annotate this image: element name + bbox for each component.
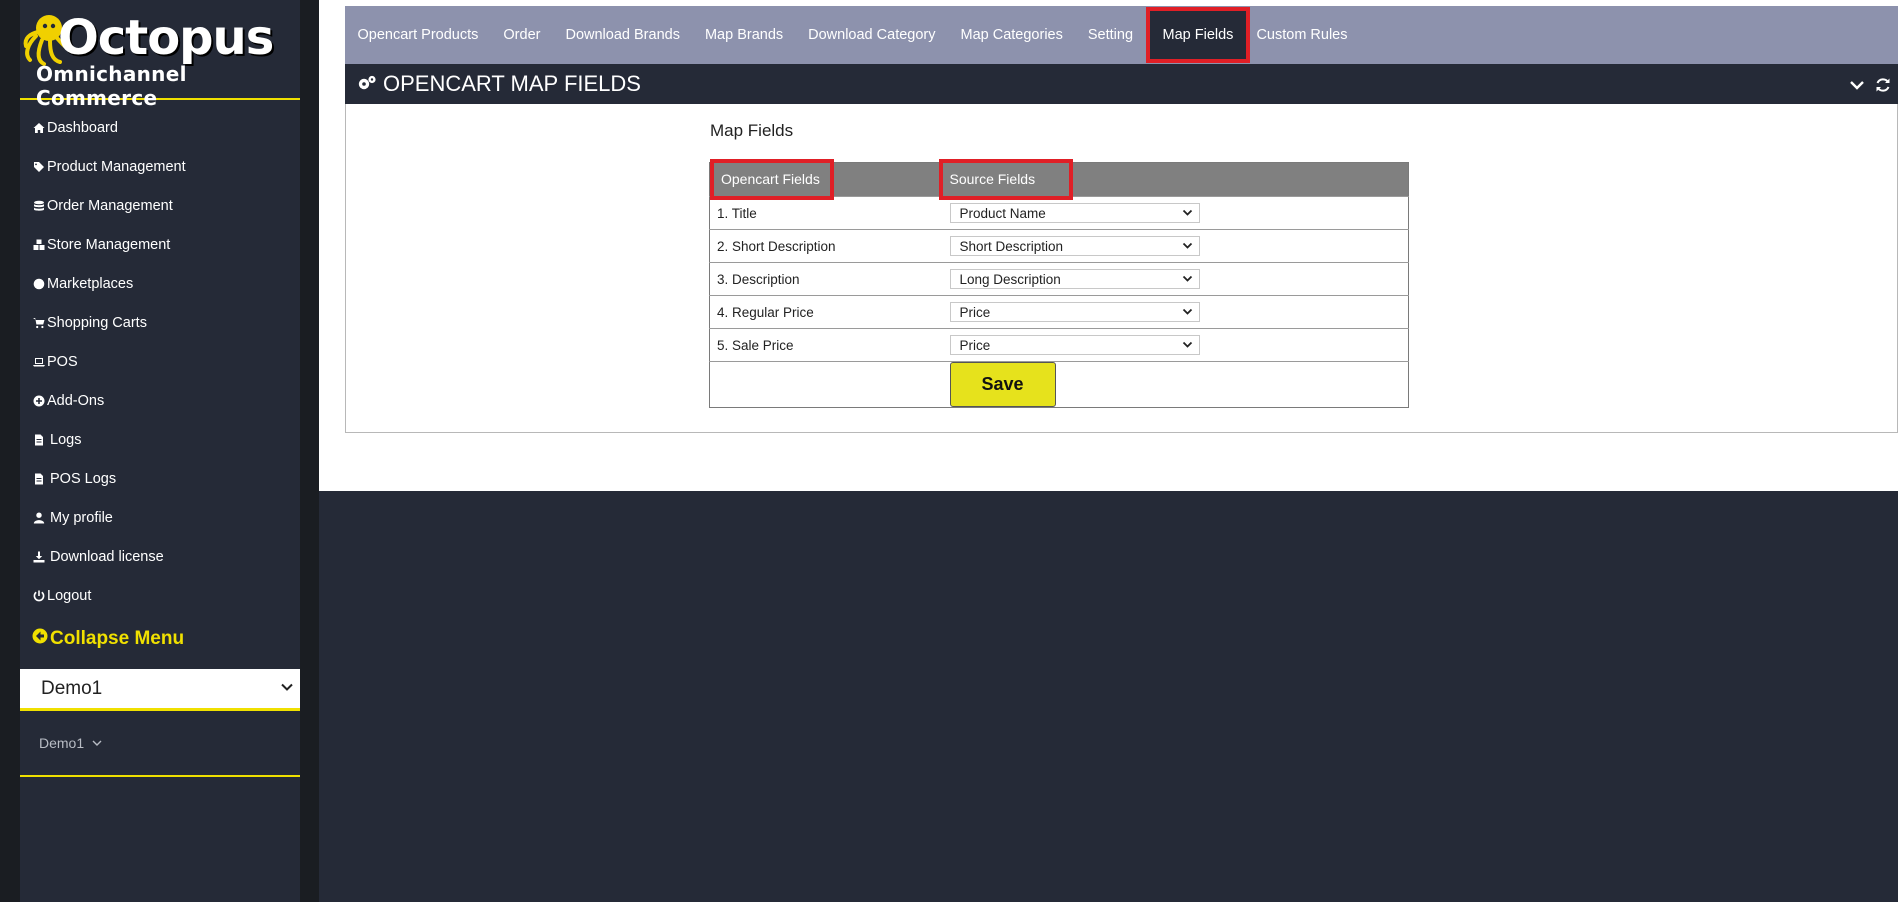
sidebar-item-product-management[interactable]: Product Management	[20, 147, 300, 186]
arrow-circle-left-icon	[32, 628, 50, 650]
store-select-value: Demo1	[41, 677, 103, 699]
tab-custom-rules[interactable]: Custom Rules	[1250, 6, 1360, 64]
tab-bar: Opencart Products Order Download Brands …	[345, 6, 1898, 64]
collapse-panel-icon[interactable]	[1848, 74, 1866, 100]
collapse-menu-button[interactable]: Collapse Menu	[20, 617, 300, 661]
panel-title: OPENCART MAP FIELDS	[383, 71, 641, 96]
sidebar-item-marketplaces[interactable]: Marketplaces	[20, 264, 300, 303]
logo-title: Octopus	[58, 10, 274, 66]
logo: Octopus Omnichannel Commerce	[20, 0, 300, 110]
sidebar-item-pos-logs[interactable]: POS Logs	[20, 459, 300, 498]
table-row: 1. Title Product Name	[709, 196, 1409, 230]
store-select[interactable]: Demo1	[20, 669, 300, 711]
file-icon	[32, 472, 46, 486]
sidebar-item-label: Logs	[50, 431, 82, 448]
tab-order[interactable]: Order	[491, 6, 553, 64]
sidebar-item-label: My profile	[50, 509, 113, 526]
database-icon	[32, 199, 46, 213]
file-icon	[32, 433, 46, 447]
cart-icon	[32, 316, 46, 330]
tab-map-fields[interactable]: Map Fields	[1145, 7, 1251, 63]
sidebar-item-order-management[interactable]: Order Management	[20, 186, 300, 225]
home-icon	[32, 121, 46, 135]
sidebar-item-dashboard[interactable]: Dashboard	[20, 108, 300, 147]
logo-subtitle: Omnichannel Commerce	[36, 62, 187, 110]
panel-header: OPENCART MAP FIELDS	[345, 64, 1898, 104]
map-fields-table: Opencart Fields Source Fields 1. Title P…	[709, 159, 1409, 408]
table-row: 3. Description Long Description	[709, 262, 1409, 296]
sidebar-item-label: Marketplaces	[47, 275, 134, 292]
chevron-down-icon	[84, 735, 102, 751]
sidebar-item-logout[interactable]: Logout	[20, 576, 300, 615]
source-field-select[interactable]: Price	[949, 302, 1200, 322]
sidebar-item-pos[interactable]: POS	[20, 342, 300, 381]
column-header-source: Source Fields	[938, 159, 1409, 200]
sidebar-nav: Dashboard Product Management Order Manag…	[20, 108, 300, 615]
cubes-icon	[32, 238, 46, 252]
section-title: Map Fields	[710, 121, 794, 140]
sidebar-item-label: Download license	[50, 548, 164, 565]
tab-opencart-products[interactable]: Opencart Products	[345, 6, 491, 64]
tab-download-category[interactable]: Download Category	[796, 6, 948, 64]
field-label: 3. Description	[709, 262, 950, 296]
chevron-down-icon	[1182, 206, 1193, 221]
sidebar-item-label: Dashboard	[47, 119, 118, 136]
sidebar-item-label: Product Management	[47, 158, 186, 175]
sidebar-item-store-management[interactable]: Store Management	[20, 225, 300, 264]
sidebar-item-my-profile[interactable]: My profile	[20, 498, 300, 537]
table-row: 5. Sale Price Price	[709, 328, 1409, 362]
table-row: 2. Short Description Short Description	[709, 229, 1409, 263]
chevron-down-icon	[1182, 338, 1193, 353]
save-row: Save	[709, 361, 1409, 408]
table-row: 4. Regular Price Price	[709, 295, 1409, 329]
sidebar-item-label: Store Management	[47, 236, 171, 253]
tag-icon	[32, 160, 46, 174]
chevron-down-icon	[1182, 305, 1193, 320]
sidebar-item-label: POS	[47, 353, 78, 370]
field-label: 1. Title	[709, 196, 950, 230]
sidebar-item-add-ons[interactable]: Add-Ons	[20, 381, 300, 420]
table-header-row: Opencart Fields Source Fields	[709, 159, 1409, 200]
tab-map-categories[interactable]: Map Categories	[948, 6, 1075, 64]
panel-tools	[1848, 74, 1892, 100]
store-toggle-label: Demo1	[39, 735, 85, 751]
sidebar-item-label: Order Management	[47, 197, 173, 214]
tab-download-brands[interactable]: Download Brands	[553, 6, 692, 64]
field-label: 5. Sale Price	[709, 328, 950, 362]
chevron-down-icon	[280, 678, 294, 700]
sidebar-item-download-license[interactable]: Download license	[20, 537, 300, 576]
collapse-menu-label: Collapse Menu	[50, 628, 185, 649]
field-label: 4. Regular Price	[709, 295, 950, 329]
sidebar-item-label: Shopping Carts	[47, 314, 147, 331]
gears-icon	[357, 71, 383, 98]
source-field-select[interactable]: Price	[949, 335, 1200, 355]
globe-icon	[32, 277, 46, 291]
plus-circle-icon	[32, 394, 46, 408]
refresh-icon[interactable]	[1874, 74, 1892, 100]
sidebar-item-shopping-carts[interactable]: Shopping Carts	[20, 303, 300, 342]
sidebar: Octopus Omnichannel Commerce Dashboard P…	[20, 0, 300, 902]
sidebar-item-label: POS Logs	[50, 470, 117, 487]
tab-map-brands[interactable]: Map Brands	[692, 6, 795, 64]
download-icon	[32, 550, 46, 564]
column-header-opencart: Opencart Fields	[709, 159, 950, 200]
user-icon	[32, 511, 46, 525]
tab-map-fields-wrap: Map Fields	[1145, 6, 1251, 64]
sidebar-item-label: Logout	[47, 587, 92, 604]
sidebar-item-label: Add-Ons	[47, 392, 105, 409]
panel-body: Map Fields Opencart Fields Source Fields…	[345, 104, 1898, 433]
save-button[interactable]: Save	[949, 362, 1056, 407]
source-field-select[interactable]: Short Description	[949, 236, 1200, 256]
laptop-icon	[32, 355, 46, 369]
chevron-down-icon	[1182, 272, 1193, 287]
sidebar-item-logs[interactable]: Logs	[20, 420, 300, 459]
source-field-select[interactable]: Long Description	[949, 269, 1200, 289]
field-label: 2. Short Description	[709, 229, 950, 263]
source-field-select[interactable]: Product Name	[949, 203, 1200, 223]
chevron-down-icon	[1182, 239, 1193, 254]
store-dropdown-toggle[interactable]: Demo1	[20, 711, 300, 777]
main-content: Opencart Products Order Download Brands …	[319, 0, 1898, 491]
tab-setting[interactable]: Setting	[1075, 6, 1145, 64]
power-icon	[32, 589, 46, 603]
